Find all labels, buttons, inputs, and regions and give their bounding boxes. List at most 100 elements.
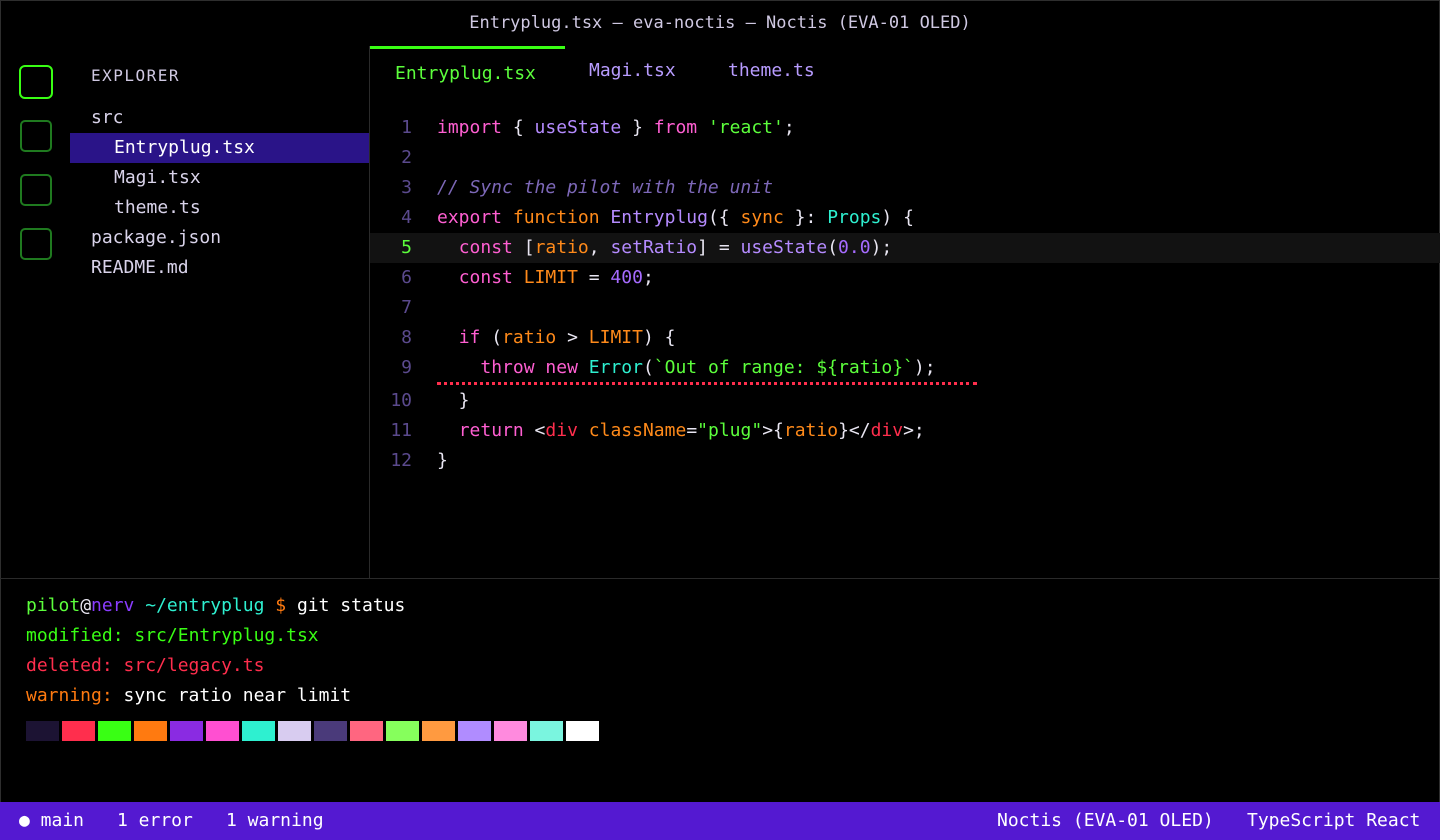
code-token: =: [577, 267, 611, 288]
code-token: >: [556, 327, 589, 348]
code-line[interactable]: 7: [370, 293, 1440, 323]
extensions-icon[interactable]: [20, 228, 52, 260]
code-token: =: [686, 420, 698, 441]
tree-item-label: README.md: [91, 257, 189, 278]
code-line[interactable]: 9 throw new Error(`Out of range: ${ratio…: [370, 353, 1440, 386]
code-token: throw: [480, 357, 535, 378]
line-number: 9: [401, 357, 412, 378]
code-token: const: [458, 267, 513, 288]
prompt-symbol: $: [264, 595, 287, 616]
line-number: 1: [401, 117, 412, 138]
tab-magi[interactable]: Magi.tsx: [589, 46, 676, 96]
code-token: ;: [783, 117, 795, 138]
line-number: 6: [401, 267, 412, 288]
palette-swatch: [422, 721, 455, 741]
code-editor[interactable]: 1 import { useState } from 'react'; 2 3 // S…: [370, 113, 1440, 476]
tree-folder-src[interactable]: src: [70, 103, 369, 133]
palette-swatch: [98, 721, 131, 741]
code-token: (: [480, 327, 503, 348]
palette-swatch: [530, 721, 563, 741]
code-line[interactable]: 4 export function Entryplug({ sync }: Pro…: [370, 203, 1440, 233]
code-text: }: [437, 386, 470, 416]
code-text: if (ratio > LIMIT) {: [437, 323, 676, 353]
deleted-label: deleted:: [26, 655, 113, 676]
tab-entryplug[interactable]: Entryplug.tsx: [395, 46, 536, 102]
code-text: throw new Error(`Out of range: ${ratio}`…: [437, 353, 936, 383]
window-title: Entryplug.tsx — eva-noctis — Noctis (EVA…: [469, 13, 971, 33]
status-warnings[interactable]: 1 warning: [226, 802, 324, 840]
code-token: Error: [588, 357, 643, 378]
status-bar: ● main 1 error 1 warning Noctis (EVA-01 …: [0, 802, 1440, 840]
line-number: 2: [401, 147, 412, 168]
code-token: setRatio: [610, 237, 698, 258]
tree-file-entryplug[interactable]: Entryplug.tsx: [70, 133, 369, 163]
tree-item-label: Entryplug.tsx: [114, 137, 255, 158]
status-branch[interactable]: ● main: [19, 802, 84, 840]
prompt-user: pilot: [26, 595, 81, 616]
code-token: 'react': [707, 117, 784, 138]
tree-file-theme[interactable]: theme.ts: [70, 193, 369, 223]
code-line[interactable]: 3 // Sync the pilot with the unit: [370, 173, 1440, 203]
code-line[interactable]: 6 const LIMIT = 400;: [370, 263, 1440, 293]
code-token: className: [588, 420, 687, 441]
code-token: Entryplug: [610, 207, 708, 228]
line-number: 5: [401, 237, 412, 258]
tree-item-label: theme.ts: [114, 197, 201, 218]
code-line[interactable]: 11 return <div className="plug">{ratio}<…: [370, 416, 1440, 446]
code-token: // Sync the pilot with the unit: [437, 177, 773, 198]
code-token: Props: [827, 207, 882, 228]
tab-theme[interactable]: theme.ts: [728, 46, 815, 96]
code-token: LIMIT: [588, 327, 643, 348]
code-token: return: [458, 420, 524, 441]
code-token: >{: [762, 420, 784, 441]
code-token: }: [437, 450, 448, 471]
code-line[interactable]: 2: [370, 143, 1440, 173]
palette-swatch: [314, 721, 347, 741]
palette-swatch: [494, 721, 527, 741]
code-token: import: [437, 117, 503, 138]
palette-swatch: [26, 721, 59, 741]
code-token: `Out of range: ${ratio}`: [653, 357, 914, 378]
code-token: ({: [707, 207, 741, 228]
prompt-path: ~/entryplug: [134, 595, 265, 616]
code-token: (: [827, 237, 839, 258]
code-line[interactable]: 1 import { useState } from 'react';: [370, 113, 1440, 143]
status-language[interactable]: TypeScript React: [1247, 802, 1420, 840]
tree-file-readme[interactable]: README.md: [70, 253, 369, 283]
modified-file: src/Entryplug.tsx: [123, 625, 319, 646]
editor-area: Entryplug.tsx Magi.tsx theme.ts 1 import …: [370, 46, 1440, 578]
code-token: <: [523, 420, 546, 441]
code-line[interactable]: 10 }: [370, 386, 1440, 416]
tree-file-magi[interactable]: Magi.tsx: [70, 163, 369, 193]
code-line[interactable]: 8 if (ratio > LIMIT) {: [370, 323, 1440, 353]
terminal-panel[interactable]: pilot@nerv ~/entryplug $ git status modi…: [0, 578, 1440, 803]
tree-item-label: Magi.tsx: [114, 167, 201, 188]
tree-file-package-json[interactable]: package.json: [70, 223, 369, 253]
explorer-icon[interactable]: [19, 65, 53, 99]
code-token: function: [512, 207, 600, 228]
status-theme[interactable]: Noctis (EVA-01 OLED): [997, 802, 1214, 840]
code-text: import { useState } from 'react';: [437, 113, 795, 143]
status-errors[interactable]: 1 error: [117, 802, 193, 840]
line-number: 11: [390, 420, 412, 441]
terminal-modified-line: modified: src/Entryplug.tsx: [26, 621, 319, 651]
code-token: ] =: [697, 237, 741, 258]
line-number: 7: [401, 297, 412, 318]
search-icon[interactable]: [20, 120, 52, 152]
code-line[interactable]: 12}: [370, 446, 1440, 476]
code-text: return <div className="plug">{ratio}</di…: [437, 416, 925, 446]
prompt-at: @: [80, 595, 92, 616]
source-control-icon[interactable]: [20, 174, 52, 206]
activity-bar: [0, 46, 70, 578]
code-token: useState: [740, 237, 828, 258]
code-line[interactable]: 5 const [ratio, setRatio] = useState(0.0…: [370, 233, 1440, 263]
code-token: ;: [642, 267, 654, 288]
code-token: );: [913, 357, 936, 378]
